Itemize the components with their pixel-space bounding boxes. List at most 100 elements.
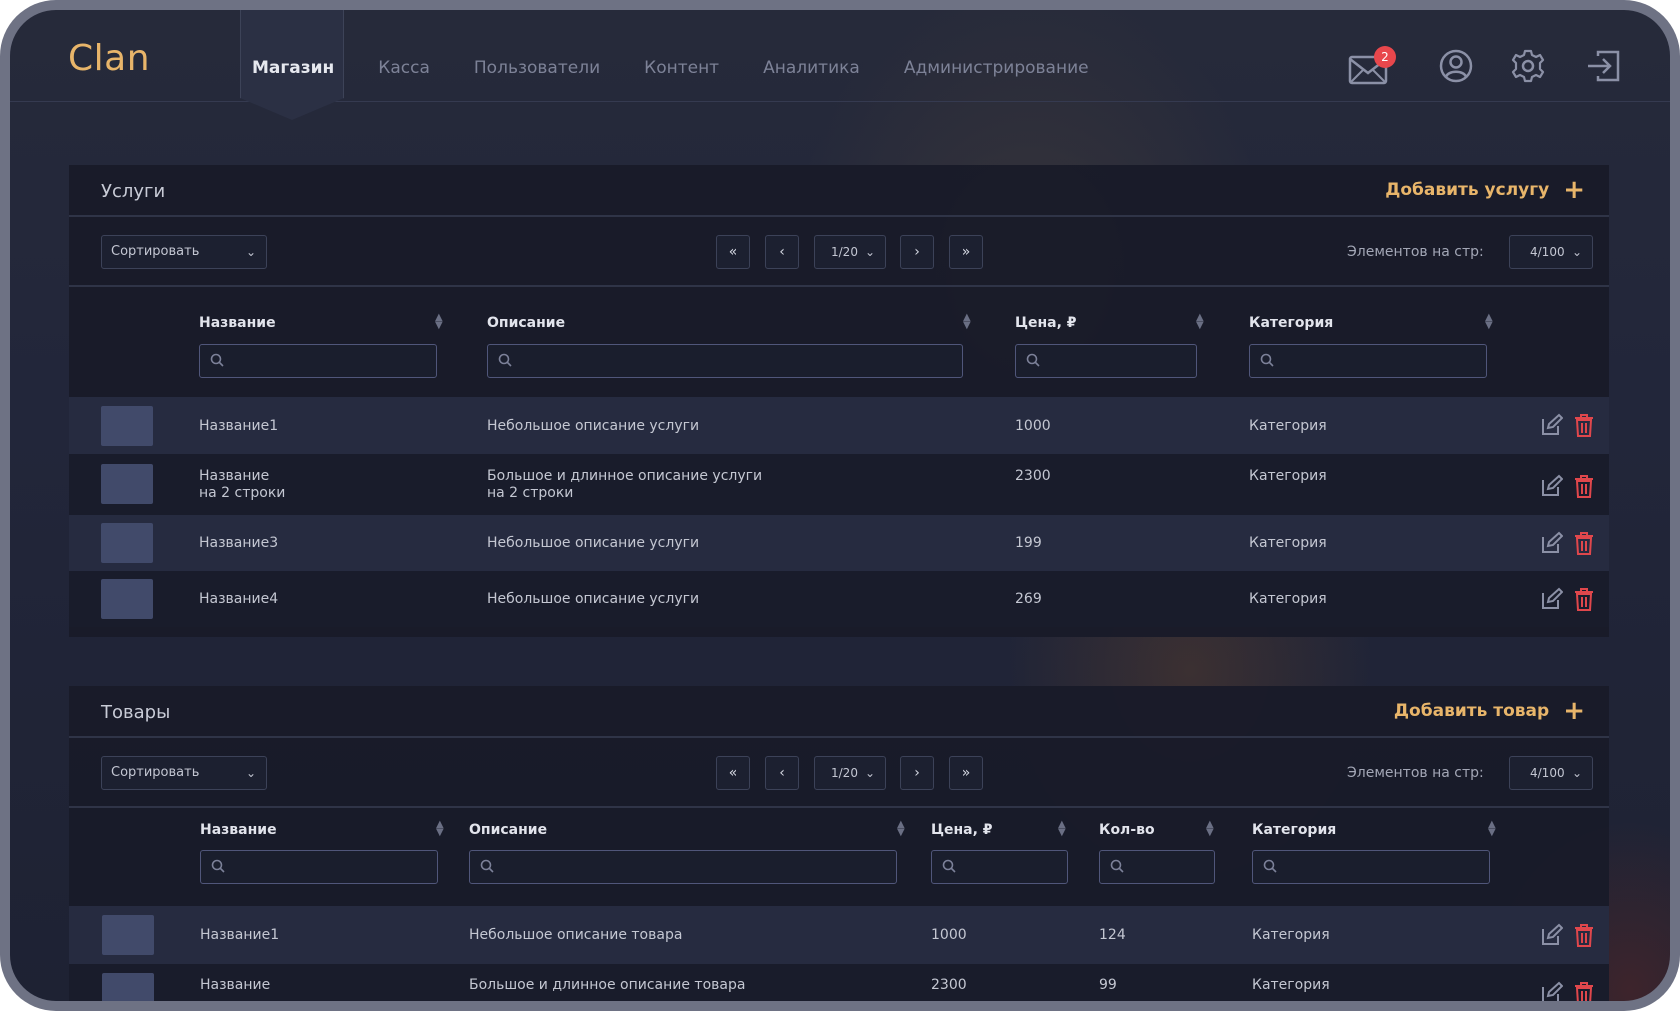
nav-item-content[interactable]: Контент — [644, 58, 719, 78]
add-product-label: Добавить товар — [1393, 701, 1550, 721]
last-page-button[interactable]: » — [949, 756, 983, 790]
item-thumbnail — [101, 464, 153, 504]
search-icon — [498, 353, 512, 367]
next-page-button[interactable]: › — [900, 756, 934, 790]
last-page-button[interactable]: » — [949, 235, 983, 269]
cell-category: Категория — [1252, 977, 1330, 993]
sort-icon[interactable]: ▲ ▼ — [1485, 313, 1493, 331]
chevron-down-icon: ⌄ — [1571, 766, 1582, 780]
device-frame: Clan Магазин Касса Пользователи Контент … — [0, 0, 1680, 1011]
sort-icon[interactable]: ▲ ▼ — [435, 313, 443, 331]
trash-icon[interactable] — [1572, 413, 1596, 437]
logout-icon[interactable] — [1584, 46, 1624, 86]
table-row[interactable]: Название1 Небольшое описание услуги 1000… — [69, 397, 1609, 454]
services-panel: Услуги Добавить услугу + Сортировать ⌄ «… — [69, 165, 1609, 637]
column-header-name[interactable]: Название — [199, 315, 276, 331]
table-row[interactable]: Название3 Небольшое описание услуги 199 … — [69, 515, 1609, 571]
sort-icon[interactable]: ▲ ▼ — [1196, 313, 1204, 331]
price-filter-input[interactable] — [1015, 344, 1197, 378]
prev-page-button[interactable]: ‹ — [765, 756, 799, 790]
edit-icon[interactable] — [1539, 981, 1563, 1001]
goods-table-header: Название ▲ ▼ Описание ▲ ▼ Цена, ₽ ▲ ▼ Кол-в… — [69, 808, 1609, 906]
cell-name: Название на 2 строки — [199, 468, 286, 501]
per-page-select[interactable]: 4/100 ⌄ — [1509, 756, 1593, 790]
column-header-description[interactable]: Описание — [469, 822, 547, 838]
edit-icon[interactable] — [1539, 413, 1563, 437]
main-nav: Магазин Касса Пользователи Контент Анали… — [252, 58, 1133, 78]
column-header-quantity[interactable]: Кол-во — [1099, 822, 1155, 838]
sort-icon[interactable]: ▲ ▼ — [1488, 820, 1496, 838]
first-page-button[interactable]: « — [716, 235, 750, 269]
nav-item-shop[interactable]: Магазин — [252, 58, 334, 78]
sort-select-label: Сортировать — [111, 765, 200, 780]
user-icon[interactable] — [1436, 46, 1476, 86]
add-service-button[interactable]: Добавить услугу + — [1385, 177, 1585, 203]
prev-page-button[interactable]: ‹ — [765, 235, 799, 269]
nav-item-analytics[interactable]: Аналитика — [763, 58, 860, 78]
trash-icon[interactable] — [1572, 923, 1596, 947]
item-thumbnail — [102, 973, 154, 1001]
per-page-label: Элементов на стр: — [1347, 244, 1484, 260]
edit-icon[interactable] — [1539, 531, 1563, 555]
category-filter-input[interactable] — [1249, 344, 1487, 378]
cell-quantity: 99 — [1099, 977, 1117, 993]
cell-name: Название3 — [199, 535, 279, 551]
sort-icon[interactable]: ▲ ▼ — [436, 820, 444, 838]
trash-icon[interactable] — [1572, 531, 1596, 555]
column-header-price[interactable]: Цена, ₽ — [1015, 315, 1077, 331]
trash-icon[interactable] — [1572, 981, 1596, 1001]
description-filter-input[interactable] — [469, 850, 897, 884]
sort-icon[interactable]: ▲ ▼ — [1058, 820, 1066, 838]
category-filter-input[interactable] — [1252, 850, 1490, 884]
page-select[interactable]: 1/20 ⌄ — [814, 235, 886, 269]
chevron-down-icon: ⌄ — [864, 245, 875, 259]
table-row[interactable]: Название Большое и длинное описание това… — [69, 964, 1609, 1001]
column-header-category[interactable]: Категория — [1249, 315, 1333, 331]
quantity-filter-input[interactable] — [1099, 850, 1215, 884]
search-icon — [210, 353, 224, 367]
per-page-select[interactable]: 4/100 ⌄ — [1509, 235, 1593, 269]
edit-icon[interactable] — [1539, 923, 1563, 947]
price-filter-input[interactable] — [931, 850, 1068, 884]
goods-header: Товары Добавить товар + — [69, 686, 1609, 738]
edit-icon[interactable] — [1539, 587, 1563, 611]
nav-item-cashier[interactable]: Касса — [378, 58, 430, 78]
services-toolbar: Сортировать ⌄ « ‹ 1/20 ⌄ › » Элементов н… — [69, 217, 1609, 287]
column-header-name[interactable]: Название — [200, 822, 277, 838]
nav-item-users[interactable]: Пользователи — [474, 58, 600, 78]
name-filter-input[interactable] — [199, 344, 437, 378]
per-page-label: Элементов на стр: — [1347, 765, 1484, 781]
sort-select[interactable]: Сортировать ⌄ — [101, 235, 267, 269]
name-filter-input[interactable] — [200, 850, 438, 884]
gear-icon[interactable] — [1508, 46, 1548, 86]
trash-icon[interactable] — [1572, 474, 1596, 498]
cell-description: Небольшое описание товара — [469, 927, 683, 943]
first-page-button[interactable]: « — [716, 756, 750, 790]
cell-price: 1000 — [931, 927, 967, 943]
table-row[interactable]: Название на 2 строки Большое и длинное о… — [69, 454, 1609, 515]
search-icon — [1263, 859, 1277, 873]
add-service-label: Добавить услугу — [1385, 180, 1550, 200]
column-header-category[interactable]: Категория — [1252, 822, 1336, 838]
cell-description: Большое и длинное описание товара — [469, 977, 746, 993]
page-select[interactable]: 1/20 ⌄ — [814, 756, 886, 790]
page-select-value: 1/20 — [831, 766, 858, 780]
trash-icon[interactable] — [1572, 587, 1596, 611]
description-filter-input[interactable] — [487, 344, 963, 378]
next-page-button[interactable]: › — [900, 235, 934, 269]
sort-icon[interactable]: ▲ ▼ — [963, 313, 971, 331]
sort-select[interactable]: Сортировать ⌄ — [101, 756, 267, 790]
app-logo[interactable]: Clan — [68, 38, 150, 79]
column-header-price[interactable]: Цена, ₽ — [931, 822, 993, 838]
cell-price: 2300 — [1015, 468, 1051, 484]
item-thumbnail — [101, 523, 153, 563]
table-row[interactable]: Название4 Небольшое описание услуги 269 … — [69, 571, 1609, 627]
add-product-button[interactable]: Добавить товар + — [1393, 698, 1585, 724]
sort-icon[interactable]: ▲ ▼ — [897, 820, 905, 838]
table-row[interactable]: Название1 Небольшое описание товара 1000… — [69, 906, 1609, 964]
edit-icon[interactable] — [1539, 474, 1563, 498]
nav-item-admin[interactable]: Администрирование — [904, 58, 1089, 78]
sort-icon[interactable]: ▲ ▼ — [1206, 820, 1214, 838]
item-thumbnail — [102, 915, 154, 955]
column-header-description[interactable]: Описание — [487, 315, 565, 331]
